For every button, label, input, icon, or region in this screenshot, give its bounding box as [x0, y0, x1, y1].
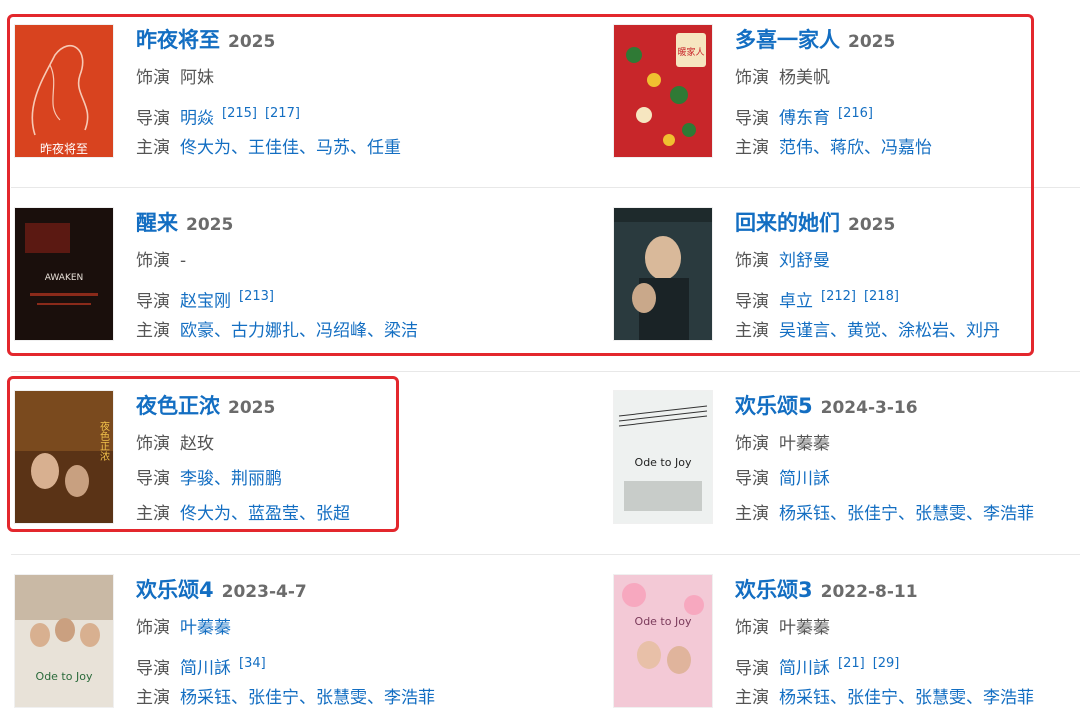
poster-title: Ode to Joy [635, 615, 692, 628]
cast-links[interactable]: 杨采钰、张佳宁、张慧雯、李浩菲 [779, 688, 1034, 708]
work-title[interactable]: 欢乐颂3 [735, 578, 813, 602]
work-year: 2023-4-7 [221, 582, 307, 602]
role-label: 饰演 [735, 434, 769, 454]
director-label: 导演 [735, 658, 769, 679]
row-divider [11, 554, 1080, 555]
poster-image[interactable]: Ode to Joy [614, 391, 712, 523]
highlight-box-top [7, 14, 1034, 356]
director-label: 导演 [735, 469, 769, 489]
cast-links[interactable]: 杨采钰、张佳宁、张慧雯、李浩菲 [180, 688, 435, 708]
director-link[interactable]: 简川訸 [180, 659, 231, 679]
director-link[interactable]: 简川訸 [779, 659, 830, 679]
citation-ref[interactable]: [34] [239, 656, 266, 671]
poster-title: Ode to Joy [635, 456, 692, 469]
role-label: 饰演 [136, 618, 170, 638]
role-value: 叶蓁蓁 [779, 618, 830, 638]
role-label: 饰演 [735, 618, 769, 638]
work-title[interactable]: 欢乐颂4 [136, 578, 214, 602]
role-link[interactable]: 叶蓁蓁 [180, 618, 231, 638]
director-label: 导演 [136, 658, 170, 679]
work-year: 2022-8-11 [820, 582, 918, 602]
highlight-box-left [7, 376, 399, 532]
work-year: 2024-3-16 [820, 398, 918, 418]
poster-image[interactable]: Ode to Joy [15, 575, 113, 707]
cast-label: 主演 [735, 688, 769, 708]
row-divider [11, 371, 1080, 372]
citation-ref[interactable]: [29] [873, 656, 900, 671]
work-title[interactable]: 欢乐颂5 [735, 394, 813, 418]
cast-links[interactable]: 杨采钰、张佳宁、张慧雯、李浩菲 [779, 504, 1034, 524]
poster-title: Ode to Joy [36, 670, 93, 683]
role-value: 叶蓁蓁 [779, 434, 830, 454]
director-link[interactable]: 简川訸 [779, 469, 830, 489]
cast-label: 主演 [735, 504, 769, 524]
cast-label: 主演 [136, 688, 170, 708]
poster-image[interactable]: Ode to Joy [614, 575, 712, 707]
citation-ref[interactable]: [21] [838, 656, 865, 671]
